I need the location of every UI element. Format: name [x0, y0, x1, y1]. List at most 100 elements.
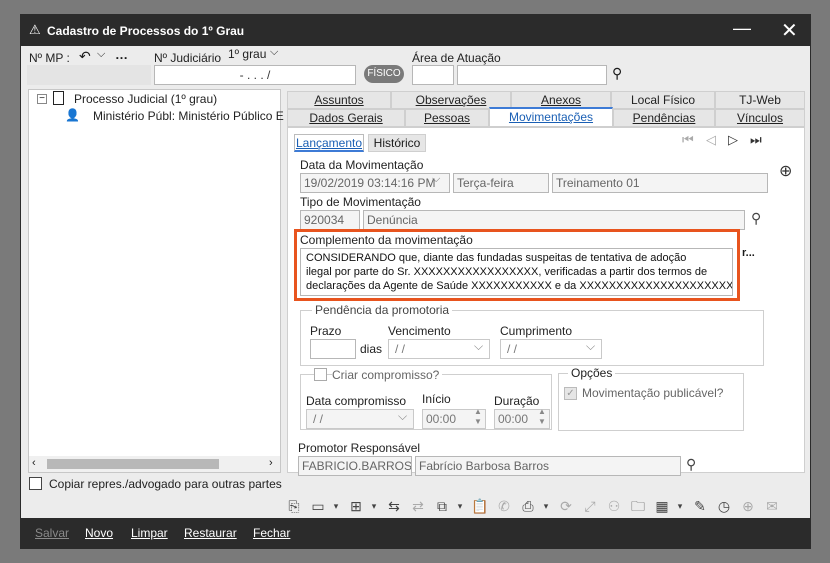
- tab-pessoas[interactable]: Pessoas: [405, 109, 489, 127]
- area-desc-input[interactable]: [457, 65, 607, 85]
- document-icon: [53, 91, 64, 105]
- next-record-icon[interactable]: ▷: [728, 132, 738, 148]
- restaurar-button[interactable]: Restaurar: [184, 526, 237, 540]
- window-icon[interactable]: ▭: [309, 497, 327, 515]
- limpar-button[interactable]: Limpar: [131, 526, 168, 540]
- opcoes-label: Opções: [568, 366, 616, 380]
- duracao-spinner-icon[interactable]: ▲ ▼: [538, 407, 546, 427]
- nmp-field-blurred[interactable]: [27, 65, 151, 85]
- promotor-search-icon[interactable]: ⚲: [686, 456, 696, 473]
- promotor-nome-input[interactable]: Fabrício Barbosa Barros: [415, 456, 681, 476]
- edit-document-icon[interactable]: ✎: [691, 497, 709, 515]
- calendar-icon[interactable]: ▦: [653, 497, 671, 515]
- salvar-button[interactable]: Salvar: [35, 526, 69, 540]
- data-label: Data da Movimentação: [300, 158, 424, 172]
- fisico-badge[interactable]: FÍSICO: [364, 65, 404, 83]
- duracao-label: Duração: [494, 394, 540, 408]
- prazo-label: Prazo: [310, 324, 342, 338]
- scrollbar-thumb[interactable]: [47, 459, 219, 469]
- scroll-left-icon[interactable]: ‹: [32, 457, 36, 469]
- criar-checkbox[interactable]: [314, 368, 327, 381]
- horizontal-scrollbar[interactable]: ‹ ›: [29, 456, 280, 472]
- add-document-icon[interactable]: ⊕: [739, 497, 757, 515]
- tree-child-label[interactable]: Ministério Públ: Ministério Público E: [93, 109, 284, 123]
- users-icon[interactable]: ⚇: [605, 497, 623, 515]
- cumprimento-chevron-icon[interactable]: ⌵: [586, 339, 595, 354]
- undo-icon[interactable]: ↶: [79, 48, 91, 65]
- refresh-icon[interactable]: ⟳: [557, 497, 575, 515]
- calendar-dropdown-icon[interactable]: ▾: [671, 497, 689, 515]
- user-field: Treinamento 01: [552, 173, 768, 193]
- mail-icon[interactable]: ✉: [763, 497, 781, 515]
- publicavel-checkbox[interactable]: ✓: [564, 387, 577, 400]
- cumprimento-label: Cumprimento: [500, 324, 573, 338]
- grau-chevron-icon[interactable]: ⌵: [270, 46, 278, 59]
- tab-pendencias[interactable]: Pendências: [613, 109, 715, 127]
- merge-icon[interactable]: ⇄: [409, 497, 427, 515]
- copy-dropdown-icon[interactable]: ▾: [451, 497, 469, 515]
- dias-label: dias: [360, 342, 383, 356]
- data-chevron-icon[interactable]: ⌵: [432, 173, 440, 186]
- data-compromisso-label: Data compromisso: [306, 394, 407, 408]
- tree-root-label[interactable]: Processo Judicial (1º grau): [74, 92, 217, 106]
- window-dropdown-icon[interactable]: ▾: [327, 497, 345, 515]
- split-icon[interactable]: ⇆: [385, 497, 403, 515]
- fechar-button[interactable]: Fechar: [253, 526, 290, 540]
- data-input[interactable]: 19/02/2019 03:14:16 PM: [300, 173, 450, 193]
- complemento-label: Complemento da movimentação: [300, 233, 473, 247]
- promotor-label: Promotor Responsável: [298, 441, 421, 455]
- print-dropdown-icon[interactable]: ▾: [537, 497, 555, 515]
- prazo-input[interactable]: [310, 339, 356, 359]
- tab-dados-gerais[interactable]: Dados Gerais: [287, 109, 405, 127]
- prev-record-icon[interactable]: ◁: [706, 132, 716, 148]
- tree-icon[interactable]: ⊞: [347, 497, 365, 515]
- copy-icon[interactable]: ⧉: [433, 497, 451, 515]
- chevron-down-icon[interactable]: ⌵: [97, 48, 105, 61]
- close-icon[interactable]: ✕: [781, 18, 798, 43]
- tipo-label: Tipo de Movimentação: [300, 195, 421, 209]
- tipo-desc-input[interactable]: Denúncia: [363, 210, 745, 230]
- bottom-bar: Salvar Novo Limpar Restaurar Fechar: [21, 518, 810, 548]
- last-record-icon[interactable]: ⏭: [750, 132, 762, 148]
- processo-input[interactable]: - . . . /: [154, 65, 356, 85]
- add-circle-icon[interactable]: ⊕: [779, 161, 792, 181]
- right-panel: Assuntos Observações Anexos Local Físico…: [287, 89, 807, 476]
- tab-tjweb[interactable]: TJ-Web: [715, 91, 805, 109]
- print-icon[interactable]: ⎙: [519, 497, 537, 515]
- tab-vinculos[interactable]: Vínculos: [715, 109, 805, 127]
- promotor-login-input[interactable]: FABRICIO.BARROS: [298, 456, 412, 476]
- minimize-icon[interactable]: —: [733, 18, 751, 39]
- first-record-icon[interactable]: ⏮: [682, 132, 694, 148]
- copy-checkbox[interactable]: [29, 477, 42, 490]
- expand-icon[interactable]: ⤢: [581, 497, 599, 515]
- tab-movimentacoes[interactable]: Movimentações: [489, 107, 613, 127]
- complemento-line-2: ilegal por parte do Sr. XXXXXXXXXXXXXXXX…: [306, 266, 708, 278]
- tab-assuntos[interactable]: Assuntos: [287, 91, 391, 109]
- history-document-icon[interactable]: ◷: [715, 497, 733, 515]
- novo-button[interactable]: Novo: [85, 526, 113, 540]
- clipboard-icon[interactable]: 📋: [471, 497, 489, 515]
- scroll-right-icon[interactable]: ›: [269, 457, 273, 469]
- person-icon: 👤: [65, 108, 80, 122]
- phone-icon[interactable]: ✆: [495, 497, 513, 515]
- new-document-icon[interactable]: ⎘: [285, 497, 303, 515]
- data-compromisso-chevron-icon[interactable]: ⌵: [398, 409, 407, 424]
- inicio-spinner-icon[interactable]: ▲ ▼: [474, 407, 482, 427]
- grau-select[interactable]: 1º grau: [228, 47, 266, 61]
- complemento-line-3: declarações da Agente de Saúde XXXXXXXXX…: [306, 280, 733, 292]
- collapse-icon[interactable]: −: [37, 94, 47, 104]
- tree-dropdown-icon[interactable]: ▾: [365, 497, 383, 515]
- tipo-code-input[interactable]: 920034: [300, 210, 360, 230]
- subtab-historico[interactable]: Histórico: [368, 134, 426, 152]
- folder-icon[interactable]: 🗀: [629, 497, 647, 515]
- vencimento-label: Vencimento: [388, 324, 451, 338]
- tab-local-fisico[interactable]: Local Físico: [611, 91, 715, 109]
- tipo-search-icon[interactable]: ⚲: [751, 210, 761, 227]
- more-icon[interactable]: …: [115, 47, 128, 62]
- vencimento-chevron-icon[interactable]: ⌵: [474, 339, 483, 354]
- complemento-textarea[interactable]: CONSIDERANDO que, diante das fundadas su…: [300, 248, 733, 296]
- criar-label: Criar compromisso?: [332, 368, 443, 382]
- area-code-input[interactable]: [412, 65, 454, 85]
- subtab-lancamento[interactable]: Lançamento: [294, 134, 364, 152]
- search-icon[interactable]: ⚲: [612, 65, 622, 82]
